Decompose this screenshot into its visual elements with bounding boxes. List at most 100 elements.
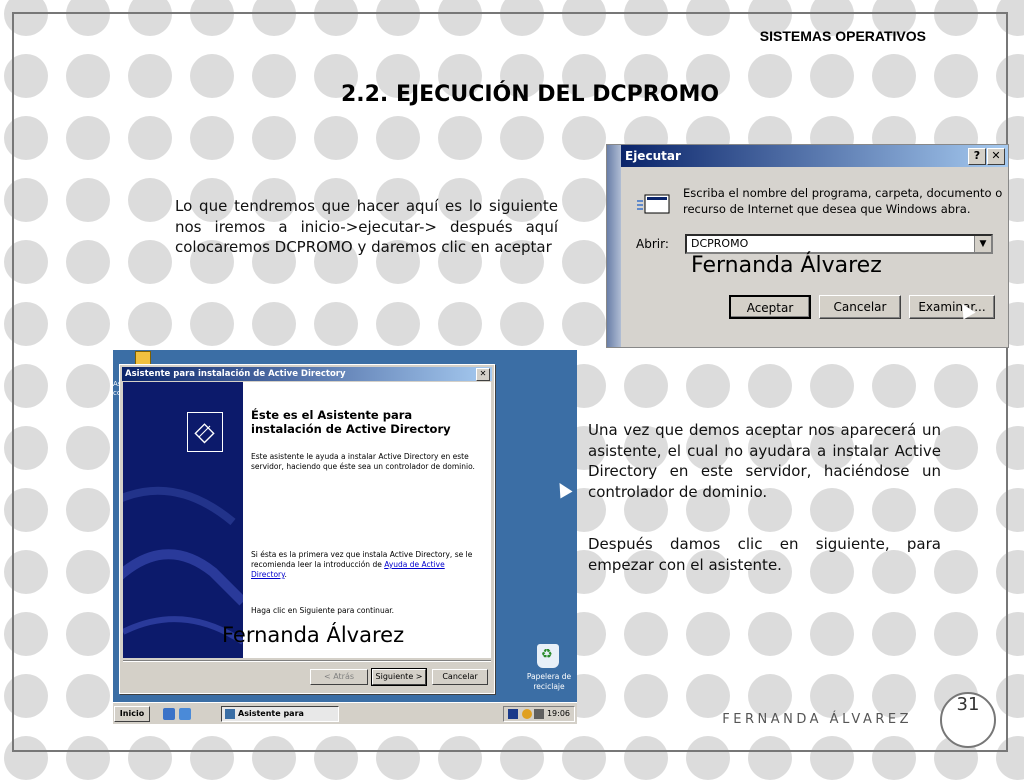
- run-window-edge: [607, 145, 621, 347]
- slide-title: 2.2. EJECUCIÓN DEL DCPROMO: [340, 82, 720, 107]
- background-dot: [66, 550, 110, 594]
- background-dot: [4, 364, 48, 408]
- open-input[interactable]: DCPROMO ▼: [685, 234, 993, 254]
- background-dot: [624, 364, 668, 408]
- wizard-first-time-end: .: [284, 570, 287, 579]
- background-dot: [190, 0, 234, 36]
- background-dot: [872, 736, 916, 780]
- close-button[interactable]: ✕: [987, 148, 1005, 165]
- recycle-bin-label: Papelera de reciclaje: [526, 672, 572, 691]
- background-dot: [500, 116, 544, 160]
- background-dot: [4, 178, 48, 222]
- back-button[interactable]: < Atrás: [310, 669, 368, 685]
- background-dot: [686, 612, 730, 656]
- cancel-button[interactable]: Cancelar: [819, 295, 901, 319]
- wizard-screenshot: As co Asistente para instalación de Acti…: [113, 350, 577, 724]
- background-dot: [996, 488, 1024, 532]
- close-button[interactable]: ✕: [476, 368, 490, 381]
- background-dot: [4, 550, 48, 594]
- run-dialog-titlebar: Ejecutar ? ✕: [621, 145, 1008, 167]
- taskbar: Inicio Asistente para instal... 19:06: [113, 702, 577, 724]
- background-dot: [66, 302, 110, 346]
- background-dot: [128, 0, 172, 36]
- next-button[interactable]: Siguiente >: [371, 668, 427, 686]
- run-program-icon: [637, 194, 670, 214]
- wizard-continue-text: Haga clic en Siguiente para continuar.: [251, 606, 395, 615]
- wizard-task-icon: [225, 709, 235, 719]
- wizard-first-time-text: Si ésta es la primera vez que instala Ac…: [251, 550, 481, 580]
- page-number: 31: [940, 692, 996, 748]
- background-dot: [376, 0, 420, 36]
- browse-button[interactable]: Examinar...: [909, 295, 995, 319]
- background-dot: [190, 116, 234, 160]
- help-button[interactable]: ?: [968, 148, 986, 165]
- background-dot: [4, 736, 48, 780]
- background-dot: [438, 736, 482, 780]
- background-dot: [252, 736, 296, 780]
- background-dot: [128, 302, 172, 346]
- background-dot: [252, 116, 296, 160]
- background-dot: [810, 736, 854, 780]
- background-dot: [66, 364, 110, 408]
- background-dot: [562, 302, 606, 346]
- internet-explorer-icon[interactable]: [163, 708, 175, 720]
- author-watermark: Fernanda Álvarez: [222, 623, 405, 647]
- background-dot: [4, 116, 48, 160]
- explorer-icon[interactable]: [179, 708, 191, 720]
- background-dot: [996, 550, 1024, 594]
- background-dot: [66, 116, 110, 160]
- cancel-button[interactable]: Cancelar: [432, 669, 488, 685]
- wizard-title: Asistente para instalación de Active Dir…: [125, 369, 346, 379]
- background-dot: [810, 364, 854, 408]
- background-dot: [66, 488, 110, 532]
- background-dot: [686, 364, 730, 408]
- background-dot: [562, 240, 606, 284]
- background-dot: [4, 674, 48, 718]
- start-button[interactable]: Inicio: [114, 706, 150, 722]
- background-dot: [376, 116, 420, 160]
- background-dot: [66, 240, 110, 284]
- run-dialog-description: Escriba el nombre del programa, carpeta,…: [683, 186, 1003, 216]
- background-dot: [128, 736, 172, 780]
- background-dot: [810, 612, 854, 656]
- desktop-folder-icon: [135, 351, 151, 365]
- author-watermark: Fernanda Álvarez: [691, 253, 882, 278]
- system-tray: 19:06: [503, 706, 575, 722]
- language-icon[interactable]: [508, 709, 518, 719]
- background-dot: [934, 0, 978, 36]
- background-dot: [128, 116, 172, 160]
- background-dot: [4, 426, 48, 470]
- wizard-window: Asistente para instalación de Active Dir…: [119, 364, 573, 694]
- background-dot: [314, 0, 358, 36]
- background-dot: [996, 0, 1024, 36]
- background-dot: [934, 612, 978, 656]
- taskbar-window-label: Asistente para instal...: [238, 709, 304, 724]
- background-dot: [562, 736, 606, 780]
- clock: 19:06: [546, 709, 570, 718]
- background-dot: [996, 364, 1024, 408]
- background-dot: [872, 612, 916, 656]
- background-dot: [872, 364, 916, 408]
- dropdown-arrow-icon[interactable]: ▼: [974, 236, 991, 252]
- background-dot: [624, 0, 668, 36]
- background-dot: [500, 736, 544, 780]
- mouse-cursor-icon: [553, 479, 573, 499]
- background-dot: [624, 612, 668, 656]
- wizard-titlebar: Asistente para instalación de Active Dir…: [122, 367, 492, 381]
- recycle-bin-icon[interactable]: ♻: [537, 644, 559, 668]
- background-dot: [66, 612, 110, 656]
- background-dot: [438, 302, 482, 346]
- background-dot: [748, 612, 792, 656]
- background-dot: [996, 612, 1024, 656]
- background-dot: [624, 736, 668, 780]
- background-dot: [314, 736, 358, 780]
- volume-icon[interactable]: [534, 709, 544, 719]
- shield-icon[interactable]: [522, 709, 532, 719]
- wizard-intro-text: Este asistente le ayuda a instalar Activ…: [251, 452, 475, 471]
- taskbar-window-button[interactable]: Asistente para instal...: [221, 706, 339, 724]
- header-label: SISTEMAS OPERATIVOS: [759, 28, 926, 44]
- background-dot: [190, 302, 234, 346]
- background-dot: [996, 674, 1024, 718]
- open-input-value: DCPROMO: [691, 237, 749, 250]
- accept-button[interactable]: Aceptar: [729, 295, 811, 319]
